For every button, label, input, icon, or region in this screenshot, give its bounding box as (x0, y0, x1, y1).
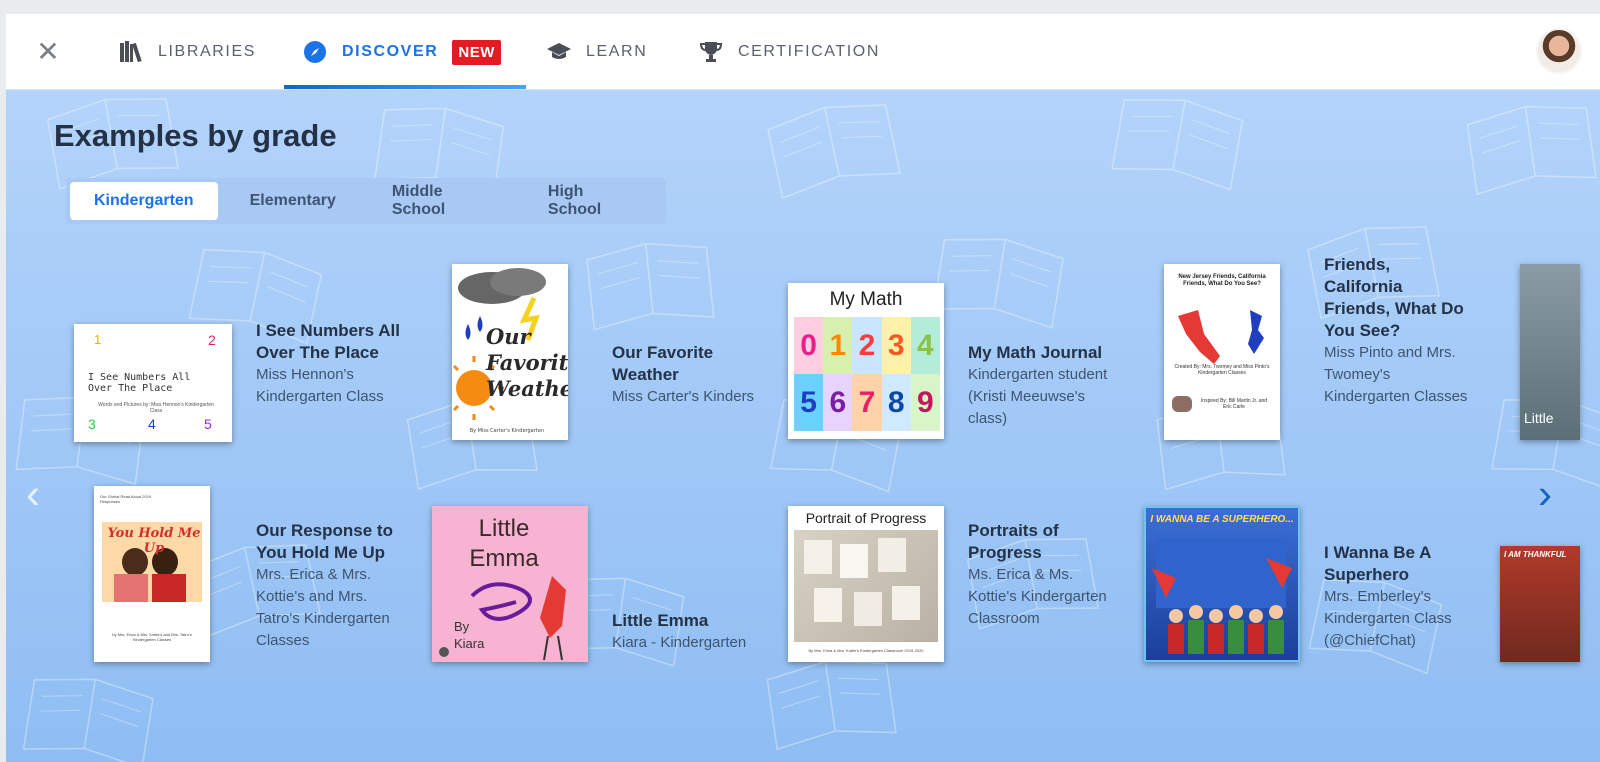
tab-elementary[interactable]: Elementary (226, 182, 360, 220)
book-title: I See Numbers All Over The Place (256, 321, 400, 362)
cover-subtitle-2: by Mrs. Erica & Mrs. Kottie's and Mrs. T… (112, 632, 192, 642)
book-title: My Math Journal (968, 343, 1103, 362)
cover-number: 8 (881, 374, 911, 431)
nav-libraries-label: LIBRARIES (158, 43, 256, 60)
book-cover[interactable]: I WANNA BE A SUPERHERO... (1144, 506, 1300, 662)
new-badge: NEW (452, 39, 501, 65)
cover-subtitle: By Miss Carter's Kindergarten (470, 428, 544, 434)
book-meta: Our Response to You Hold Me Up Mrs. Eric… (256, 520, 404, 652)
book-cover[interactable]: 1 2 I See Numbers All Over The Place Wor… (74, 324, 232, 442)
book-cover[interactable]: My Math 0 1 2 3 4 5 6 7 8 9 (788, 283, 944, 439)
cover-number: 3 (881, 317, 911, 374)
book-title: Portraits of Progress (968, 521, 1059, 562)
nav-discover[interactable]: DISCOVER NEW (302, 14, 501, 90)
cover-number: 2 (852, 317, 882, 374)
cover-number: 4 (910, 317, 940, 374)
book-cover[interactable]: By Miss Carter's Kindergarten Our Favori… (452, 264, 568, 440)
cover-subtitle-2: Inspired By: Bill Martin Jr. and Eric Ca… (1200, 398, 1268, 410)
book-cover-partial[interactable]: I AM THANKFUL (1500, 546, 1580, 662)
cover-number: 4 (148, 416, 156, 432)
book-title: Our Response to You Hold Me Up (256, 521, 393, 562)
top-navigation: ✕ LIBRARIES DISCOVER NEW LEARN CERTIFICA… (6, 14, 1600, 90)
book-author: Mrs. Emberley's Kindergarten Class (@Chi… (1324, 588, 1452, 649)
cover-number: 1 (94, 332, 102, 347)
cover-title: My Math (829, 289, 903, 310)
book-author: Ms. Erica & Ms. Kottie's Kindergarten Cl… (968, 566, 1107, 627)
book-title: I Wanna Be A Superhero (1324, 543, 1431, 584)
cover-subtitle: By Kiara (454, 619, 485, 651)
book-cover[interactable]: Our Global Read Aloud 2019 Responses You… (94, 486, 210, 662)
cover-title: Our Favorite Weather (486, 324, 568, 401)
cover-number: 6 (823, 374, 853, 431)
user-avatar[interactable] (1536, 28, 1582, 74)
graduation-cap-icon (546, 39, 572, 65)
cover-subtitle: Our Global Read Aloud 2019 Responses (100, 494, 152, 504)
cover-subtitle: By Mrs. Erica & Mrs. Kottie's Kindergart… (808, 648, 924, 653)
chevron-left-icon: ‹ (26, 470, 40, 517)
book-meta: Our Favorite Weather Miss Carter's Kinde… (612, 342, 760, 408)
trophy-icon (698, 39, 724, 65)
cover-title: Portrait of Progress (805, 510, 927, 526)
book-author: Kindergarten student (Kristi Meeuwse's c… (968, 366, 1108, 427)
nav-learn[interactable]: LEARN (546, 14, 647, 90)
cover-subtitle: Words and Pictures by: Miss Hennon's Kin… (98, 402, 214, 414)
book-cover[interactable]: New Jersey Friends, California Friends, … (1164, 264, 1280, 440)
cover-number: 3 (88, 416, 96, 432)
book-author: Miss Carter's Kinders (612, 388, 755, 405)
cover-title: I See Numbers All Over The Place (88, 372, 191, 394)
tab-middle-school[interactable]: Middle School (368, 182, 516, 220)
book-cover[interactable]: Portrait of Progress By Mrs. Erica & Mrs… (788, 506, 944, 662)
libraries-icon (118, 39, 144, 65)
carousel-next-button[interactable]: › (1530, 473, 1560, 515)
nav-discover-label: DISCOVER (342, 43, 439, 60)
tab-kindergarten[interactable]: Kindergarten (70, 182, 218, 220)
cover-number: 2 (208, 332, 216, 348)
cover-title: I AM THANKFUL (1504, 550, 1567, 559)
book-author: Kiara - Kindergarten (612, 634, 747, 651)
number-grid: 0 1 2 3 4 5 6 7 8 9 (794, 317, 940, 431)
cover-number: 5 (794, 374, 824, 431)
book-author: Miss Hennon's Kindergarten Class (256, 366, 384, 405)
discover-page: ✕ LIBRARIES DISCOVER NEW LEARN CERTIFICA… (6, 14, 1600, 762)
book-cover-partial[interactable]: Little (1520, 264, 1580, 440)
book-meta: Friends, California Friends, What Do You… (1324, 254, 1472, 408)
nav-learn-label: LEARN (586, 43, 648, 60)
map-illustration (1172, 310, 1264, 412)
active-tab-indicator (284, 85, 526, 89)
cover-number: 1 (823, 317, 853, 374)
cover-number: 5 (204, 416, 212, 432)
book-meta: Little Emma Kiara - Kindergarten (612, 610, 772, 654)
cover-title: Little (1524, 410, 1554, 426)
close-button[interactable]: ✕ (34, 38, 62, 66)
carousel-prev-button[interactable]: ‹ (18, 473, 48, 515)
tab-high-school[interactable]: High School (524, 182, 658, 220)
cover-title: New Jersey Friends, California Friends, … (1178, 274, 1266, 287)
grade-tabs: Kindergarten Elementary Middle School Hi… (66, 178, 666, 224)
book-meta: I See Numbers All Over The Place Miss He… (256, 320, 404, 408)
cover-number: 7 (852, 374, 882, 431)
section-title: Examples by grade (54, 118, 337, 153)
nav-libraries[interactable]: LIBRARIES (118, 14, 256, 90)
book-title: Our Favorite Weather (612, 343, 714, 384)
cover-number: 0 (794, 317, 824, 374)
book-cover[interactable]: Little Emma By Kiara (432, 506, 588, 662)
cover-number: 9 (910, 374, 940, 431)
cover-illustration (794, 530, 938, 642)
compass-icon (302, 39, 328, 65)
book-meta: Portraits of Progress Ms. Erica & Ms. Ko… (968, 520, 1116, 630)
nav-certification[interactable]: CERTIFICATION (698, 14, 880, 90)
cover-subtitle: Created By: Mrs. Twomey and Miss Pinto's… (1174, 364, 1270, 376)
book-title: Friends, California Friends, What Do You… (1324, 255, 1464, 340)
book-author: Miss Pinto and Mrs. Twomey's Kindergarte… (1324, 344, 1468, 405)
superhero-photo (1152, 538, 1292, 654)
book-meta: I Wanna Be A Superhero Mrs. Emberley's K… (1324, 542, 1472, 652)
book-title: Little Emma (612, 611, 709, 630)
chevron-right-icon: › (1538, 470, 1552, 517)
book-author: Mrs. Erica & Mrs. Kottie's and Mrs. Tatr… (256, 566, 390, 649)
nav-certification-label: CERTIFICATION (738, 43, 880, 60)
book-meta: My Math Journal Kindergarten student (Kr… (968, 342, 1116, 430)
cover-title: You Hold Me Up (107, 526, 201, 556)
